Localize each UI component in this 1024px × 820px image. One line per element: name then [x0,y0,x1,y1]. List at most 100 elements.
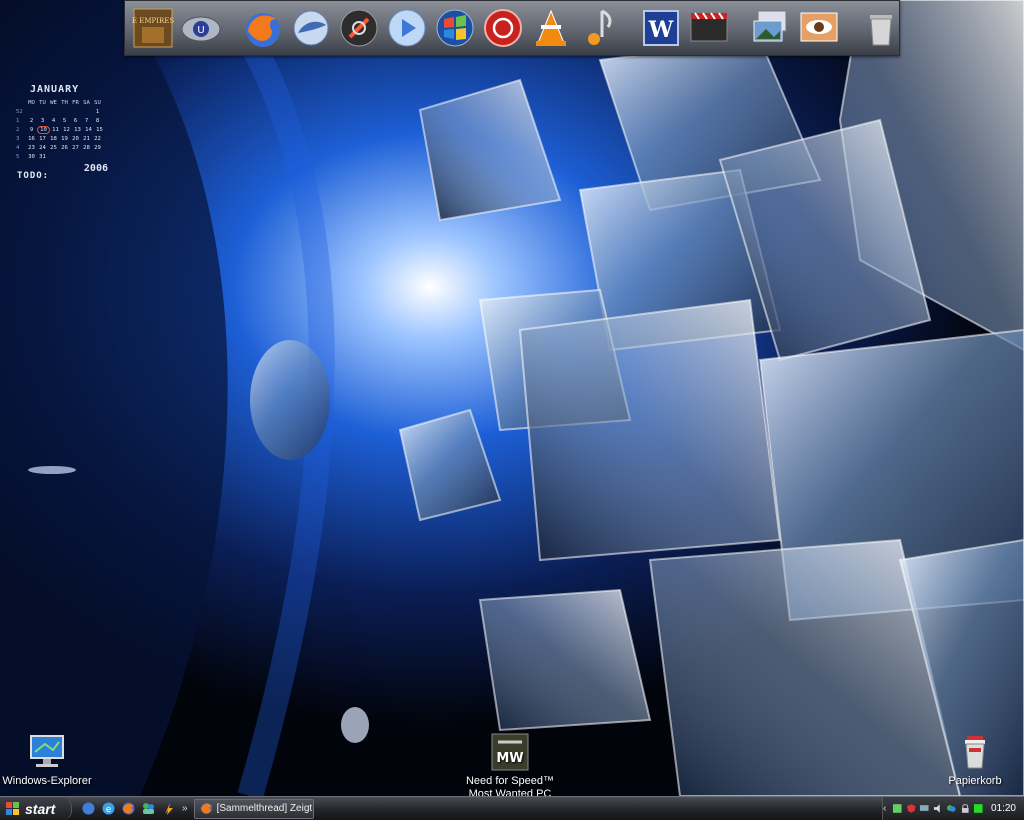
todo-label: TODO: [17,171,50,181]
calendar-day: 2 [29,117,34,124]
calendar-day: 25 [50,144,57,151]
calendar-day: 4 [51,117,56,124]
firefox-quicklaunch-icon[interactable] [120,801,136,817]
calendar-day: 30 [28,153,35,160]
eye-viewer-icon[interactable] [797,6,841,50]
calendar-week-row: 52 1 [16,107,112,116]
weekday-label: WE [50,99,57,106]
unreal-icon[interactable]: U [179,6,223,50]
quick-launch: e » [80,801,194,817]
taskbar: start e » [Sammelthread] Zeigt... ‹ 01:2… [0,796,1024,820]
messenger-tray-icon[interactable] [946,803,957,814]
desktop-icon-windows-explorer[interactable]: Windows-Explorer [0,732,102,788]
calendar-day: 7 [84,117,89,124]
calendar-day: 1 [95,108,100,115]
start-button[interactable]: start [0,797,72,820]
calendar-widget: JANUARY MO TU WE TH FR SA SU 52 1 1 2 3 4 5 6 7 8… [16,84,112,174]
update-icon[interactable] [973,803,984,814]
calendar-day: 24 [39,144,46,151]
week-number: 52 [16,108,23,115]
system-clock: 01:20 [990,803,1016,814]
tray-expand-button[interactable]: ‹ [883,803,886,814]
calendar-day: 3 [40,117,45,124]
firefox-icon [200,803,212,814]
recycle-bin-icon [965,736,985,769]
svg-text:U: U [197,25,204,36]
recycle-bin-dock-icon[interactable] [859,6,903,50]
play-button-icon[interactable] [385,6,429,50]
thunderbird-icon[interactable] [289,6,333,50]
weekday-label: SU [94,99,101,106]
volume-icon[interactable] [933,803,944,814]
calendar-day: 31 [39,153,46,160]
calendar-day: 8 [95,117,100,124]
weekday-label: TH [61,99,68,106]
calendar-week-row: 1 2345678 [16,116,112,125]
vlc-icon[interactable] [529,6,573,50]
weekday-label: FR [72,99,79,106]
calendar-day: 22 [94,135,101,142]
calendar-day: 28 [83,144,90,151]
aoe-logo-text: AGE EMPIRES III [132,17,174,25]
monitor-tray-icon[interactable] [919,803,930,814]
video-editor-icon[interactable] [687,6,731,50]
calendar-day-today: 10 [37,125,50,134]
calendar-week-row: 3 16 17 18 19 20 21 22 [16,134,112,143]
monitor-icon [30,735,64,767]
calendar-day: 23 [28,144,35,151]
week-number: 2 [16,126,20,133]
week-number: 1 [16,117,20,124]
svg-text:W: W [648,17,674,43]
lock-icon[interactable] [960,803,971,814]
calendar-day: 27 [72,144,79,151]
calendar-day: 15 [96,126,103,133]
calendar-weekday-row: MO TU WE TH FR SA SU [16,98,112,107]
calendar-day: 11 [52,126,59,133]
taskbar-window-button[interactable]: [Sammelthread] Zeigt... [193,798,314,819]
system-tray: ‹ 01:20 [882,797,1024,820]
security-center-icon[interactable] [906,803,917,814]
calendar-day: 13 [74,126,81,133]
media-player-orb-icon[interactable] [337,6,381,50]
weekday-label: SA [83,99,90,106]
firefox-icon[interactable] [241,6,285,50]
microsoft-word-icon[interactable]: W [639,6,683,50]
network-icon[interactable] [892,803,903,814]
calendar-month: JANUARY [30,84,80,95]
application-dock: AGE EMPIRES III U W [124,0,900,56]
calendar-week-row: 5 30 31 [16,152,112,161]
desktop-icon-recycle-bin[interactable]: Papierkorb [920,732,1024,788]
calendar-day: 17 [39,135,46,142]
photo-viewer-icon[interactable] [749,6,793,50]
quick-launch-more-button[interactable]: » [182,803,188,814]
show-desktop-icon[interactable] [80,801,96,817]
winamp-quicklaunch-icon[interactable] [160,801,176,817]
week-number: 5 [16,153,20,160]
desktop-icon-label: Papierkorb [948,775,1002,787]
windows-logo-icon [6,801,19,815]
calendar-day: 12 [63,126,70,133]
age-of-empires-icon[interactable]: AGE EMPIRES III [131,6,175,50]
red-orb-icon[interactable] [481,6,525,50]
calendar-day: 26 [61,144,68,151]
weekday-label: TU [39,99,46,106]
windows-media-player-icon[interactable] [433,6,477,50]
calendar-day: 29 [94,144,101,151]
calendar-weeks: 52 1 1 2 3 4 5 6 7 8 2 9 10 11 12 13 14 15 3 16 17 18 19 20 21 22… [16,107,112,161]
calendar-week-row: 4 23 24 25 26 27 28 29 [16,143,112,152]
calendar-day: 18 [50,135,57,142]
calendar-day: 6 [73,117,78,124]
taskbar-window-label: [Sammelthread] Zeigt... [216,803,314,814]
calendar-week-row: 2 9 10 11 12 13 14 15 [16,125,112,134]
winamp-icon[interactable] [577,6,621,50]
nfs-game-icon: MW [491,733,529,771]
internet-explorer-icon[interactable]: e [100,801,116,817]
weekday-label: MO [28,99,35,106]
svg-text:e: e [105,805,111,815]
calendar-day: 14 [85,126,92,133]
messenger-icon[interactable] [140,801,156,817]
calendar-day: 20 [72,135,79,142]
desktop-icon-label: Windows-Explorer [2,775,92,787]
calendar-grid: MO TU WE TH FR SA SU 52 1 1 2 3 4 5 6 7 8 2 9 10 11 12… [16,98,112,161]
desktop-wallpaper [0,0,1024,796]
